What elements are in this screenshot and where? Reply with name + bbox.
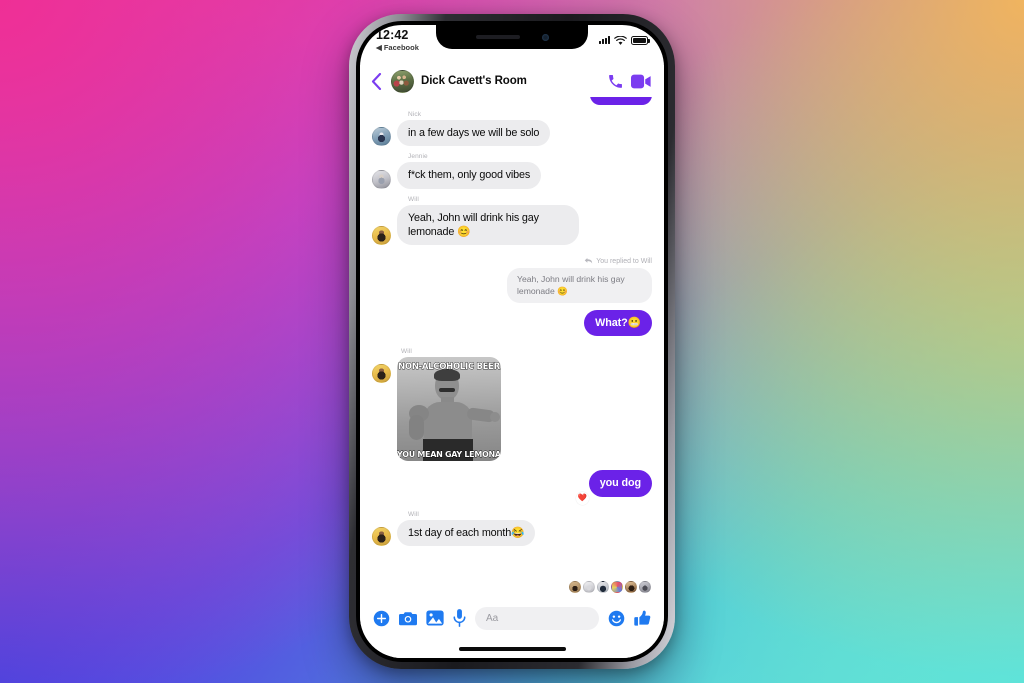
previous-message-bubble-partial xyxy=(590,97,652,105)
phone-bezel: 12:42 ◀ Facebook Dick Cavett's Room Nick… xyxy=(356,21,668,662)
message-row-will: Will Yeah, John will drink his gay lemon… xyxy=(372,195,652,245)
message-bubble-outgoing[interactable]: What?😬 xyxy=(584,310,652,337)
sender-name: Will xyxy=(401,348,412,356)
reply-group: You replied to Will Yeah, John will drin… xyxy=(372,257,652,337)
seen-avatar[interactable] xyxy=(597,581,609,593)
message-row-will-image: Will NON-ALCOHOLIC BEER YOU MEAN GAY LEM… xyxy=(372,348,652,462)
heart-reaction-badge[interactable]: ❤️ xyxy=(576,491,589,505)
microphone-icon xyxy=(453,609,466,627)
avatar-will[interactable] xyxy=(372,364,391,384)
message-row-will: Will 1st day of each month😂 xyxy=(372,511,652,546)
phone-device-frame: 12:42 ◀ Facebook Dick Cavett's Room Nick… xyxy=(349,14,675,669)
message-bubble-outgoing[interactable]: you dog xyxy=(588,470,652,497)
reply-context-label: You replied to Will xyxy=(584,257,652,265)
phone-screen: 12:42 ◀ Facebook Dick Cavett's Room Nick… xyxy=(360,25,664,658)
message-group-outgoing: you dog ❤️ xyxy=(372,470,652,505)
earpiece-speaker xyxy=(475,35,520,39)
back-to-facebook-link[interactable]: ◀ Facebook xyxy=(376,43,419,52)
camera-button[interactable] xyxy=(399,610,417,627)
back-button[interactable] xyxy=(368,72,384,90)
quoted-message-bubble[interactable]: Yeah, John will drink his gay lemonade 😊 xyxy=(507,268,652,304)
message-col: Jennie f*ck them, only good vibes xyxy=(397,153,542,189)
reply-arrow-icon xyxy=(584,258,593,264)
status-time: 12:42 xyxy=(376,28,409,42)
smiley-icon xyxy=(608,610,625,626)
meme-bottom-text: YOU MEAN GAY LEMONADE? xyxy=(397,450,501,460)
avatar-jennie[interactable] xyxy=(372,169,391,189)
meme-top-text: NON-ALCOHOLIC BEER xyxy=(398,362,501,373)
conversation-avatar[interactable] xyxy=(391,69,414,93)
camera-icon xyxy=(399,611,417,625)
seen-avatar[interactable] xyxy=(611,581,623,593)
signal-bars-icon xyxy=(599,36,610,44)
message-list[interactable]: Nick in a few days we will be solo Jenni… xyxy=(360,97,664,581)
microphone-button[interactable] xyxy=(453,609,466,627)
sender-name: Nick xyxy=(408,111,422,118)
add-attachment-button[interactable] xyxy=(373,610,390,627)
message-col: Will 1st day of each month😂 xyxy=(397,510,536,546)
meme-figure xyxy=(397,357,501,462)
video-call-button[interactable] xyxy=(631,74,651,89)
message-row-jennie: Jennie f*ck them, only good vibes xyxy=(372,153,652,189)
message-bubble[interactable]: f*ck them, only good vibes xyxy=(397,162,542,189)
avatar-will[interactable] xyxy=(372,526,391,546)
message-input-placeholder: Aa xyxy=(486,612,499,624)
device-notch xyxy=(436,25,588,49)
wifi-icon xyxy=(614,36,627,45)
plus-circle-icon xyxy=(373,610,390,626)
seen-avatar[interactable] xyxy=(639,581,651,593)
message-composer-bar: Aa xyxy=(360,596,664,640)
audio-call-button[interactable] xyxy=(607,73,624,90)
meme-image-attachment[interactable]: NON-ALCOHOLIC BEER YOU MEAN GAY LEMONADE… xyxy=(397,357,501,462)
avatar-nick[interactable] xyxy=(372,127,391,147)
sender-name: Will xyxy=(408,195,419,203)
sender-name: Jennie xyxy=(408,153,428,161)
message-col: Nick in a few days we will be solo xyxy=(397,111,551,147)
battery-icon xyxy=(631,36,650,45)
gallery-button[interactable] xyxy=(426,610,444,626)
seen-avatar[interactable] xyxy=(583,581,595,593)
reaction-wrap: ❤️ xyxy=(372,491,652,505)
seen-avatar[interactable] xyxy=(569,581,581,593)
message-col: Will NON-ALCOHOLIC BEER YOU MEAN GAY LEM… xyxy=(397,348,501,462)
status-bar-left: 12:42 ◀ Facebook xyxy=(376,29,419,65)
sender-name: Will xyxy=(408,510,419,518)
front-camera xyxy=(541,33,549,41)
avatar-will[interactable] xyxy=(372,226,391,245)
message-bubble[interactable]: 1st day of each month😂 xyxy=(397,519,536,546)
message-bubble[interactable]: Yeah, John will drink his gay lemonade 😊 xyxy=(397,204,579,245)
conversation-title: Dick Cavett's Room xyxy=(421,75,527,87)
seen-by-avatars xyxy=(360,581,664,596)
video-camera-icon xyxy=(631,74,651,88)
seen-avatar[interactable] xyxy=(625,581,637,593)
message-bubble[interactable]: in a few days we will be solo xyxy=(397,120,551,147)
message-input-field[interactable]: Aa xyxy=(475,606,599,630)
emoji-button[interactable] xyxy=(608,610,625,627)
phone-icon xyxy=(609,74,622,88)
message-row-nick: Nick in a few days we will be solo xyxy=(372,111,652,147)
chat-header: Dick Cavett's Room xyxy=(360,65,664,97)
image-icon xyxy=(426,610,444,626)
like-button[interactable] xyxy=(634,610,651,627)
status-bar-right xyxy=(599,29,650,65)
message-col: Will Yeah, John will drink his gay lemon… xyxy=(397,195,579,245)
wallpaper-background: 12:42 ◀ Facebook Dick Cavett's Room Nick… xyxy=(0,0,1024,683)
reply-label-text: You replied to Will xyxy=(596,257,652,265)
thumbs-up-icon xyxy=(634,610,651,626)
home-indicator xyxy=(360,640,664,658)
